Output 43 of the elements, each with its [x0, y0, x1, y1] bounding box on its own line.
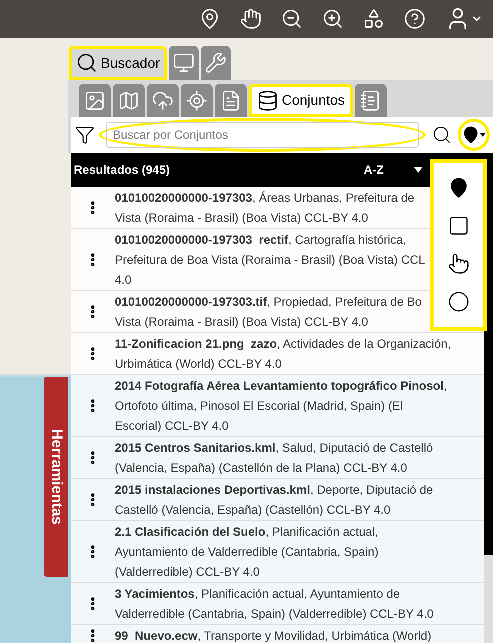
tab[interactable]: Buscador: [69, 46, 168, 80]
circle-option[interactable]: [448, 291, 470, 313]
tab[interactable]: [355, 84, 388, 117]
document-icon: [220, 90, 242, 112]
dataset-item[interactable]: 99_Nuevo.ecw, Transporte y Movilidad, Urbimática (World): [115, 625, 484, 643]
tab[interactable]: [113, 84, 145, 117]
tab[interactable]: [147, 84, 179, 117]
dataset-item[interactable]: 11-Zonificacion 21.png_zazo, Actividades de la Organización, Urbimática (World) CCL-BY 4.0: [115, 333, 484, 374]
cloud-upload-icon: [152, 90, 174, 112]
results-count: Resultados (945): [74, 162, 172, 179]
image-icon: [84, 90, 106, 112]
rectangle-option[interactable]: [448, 215, 470, 237]
tab[interactable]: [215, 84, 247, 117]
location-button[interactable]: [458, 119, 490, 151]
pointer-option[interactable]: [448, 253, 470, 275]
target-icon: [186, 90, 208, 112]
tab[interactable]: [169, 46, 200, 80]
zoom-out-button[interactable]: [281, 8, 303, 30]
dataset-item[interactable]: 3 Yacimientos, Planificación actual, Ayuntamiento de Valderredible (Cantabria, Spain) (Valderredible) CCL-BY 4.0: [115, 583, 484, 624]
dataset-item[interactable]: 2.1 Clasificación del Suelo, Planificación actual, Ayuntamiento de Valderredible (Cantabria, Spain) (Valderredible) CCL-BY 4.0: [115, 521, 484, 582]
tab[interactable]: [181, 84, 213, 117]
help-button[interactable]: [404, 8, 426, 30]
tab[interactable]: [201, 46, 232, 80]
sort-dropdown[interactable]: A-Z: [364, 161, 423, 179]
dataset-item[interactable]: 2015 Centros Sanitarios.kml, Salud, Diputació de Castelló (Valencia, España) (Castellón de la Plana) CCL-BY 4.0: [115, 437, 484, 478]
hand-button[interactable]: [240, 8, 262, 30]
database-icon: [257, 90, 279, 112]
wrench-icon: [205, 52, 228, 74]
search-icon: [76, 52, 98, 74]
filter-icon: [75, 125, 95, 145]
shapes-button[interactable]: [363, 8, 385, 30]
dataset-item[interactable]: 2014 Fotografía Aérea Levantamiento topográfico Pinosol, Ortofoto última, Pinosol El Escorial (Madrid, Spain) (El Escorial) CCL-BY 4.0: [115, 375, 484, 436]
dataset-item[interactable]: 2015 instalaciones Deportivas.kml, Deporte, Diputació de Castelló (Valencia, España) (Castellón) CCL-BY 4.0: [115, 479, 484, 520]
side-tab[interactable]: Herramientas: [44, 377, 68, 577]
tab[interactable]: Conjuntos: [249, 84, 354, 117]
caret-icon: [480, 133, 486, 137]
map-icon: [118, 90, 140, 112]
zoom-in-button[interactable]: [322, 8, 344, 30]
map-pin-icon: [462, 126, 480, 144]
caret-icon: [414, 167, 423, 173]
map-pin-button[interactable]: [199, 8, 221, 30]
monitor-icon: [173, 52, 196, 74]
tab[interactable]: [79, 84, 111, 117]
